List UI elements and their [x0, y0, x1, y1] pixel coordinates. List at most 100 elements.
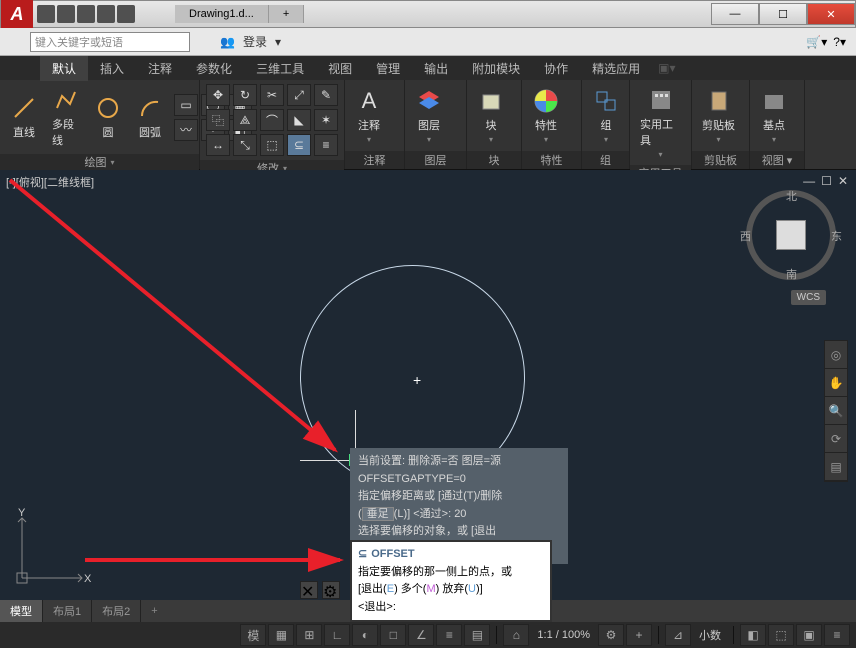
spline-button[interactable]: 〰 [174, 119, 198, 141]
rect-button[interactable]: ▭ [174, 94, 198, 116]
tab-annotate[interactable]: 注释 [136, 56, 184, 81]
tab-addins[interactable]: 附加模块 [460, 56, 532, 81]
baseview-button[interactable]: 基点▾ [756, 85, 792, 146]
clipboard-button[interactable]: 剪贴板▾ [698, 85, 739, 146]
line-button[interactable]: 直线 [6, 92, 42, 142]
viewport-minimize[interactable]: — [803, 174, 815, 188]
plus-icon[interactable]: + [626, 624, 652, 646]
viewcube[interactable]: 北 南 东 西 [746, 190, 836, 280]
people-icon[interactable]: 👥 [220, 33, 235, 50]
circle-button[interactable]: 圆 [90, 92, 126, 142]
group-button[interactable]: 组▾ [588, 85, 624, 146]
chamfer-button[interactable]: ◣ [287, 109, 311, 131]
isolate-icon[interactable]: ◧ [740, 624, 766, 646]
offset-button[interactable]: ⊆ [287, 134, 311, 156]
tab-manage[interactable]: 管理 [364, 56, 412, 81]
tab-featured[interactable]: 精选应用 [580, 56, 652, 81]
cmdline-close-icon[interactable]: ✕ [300, 581, 318, 599]
precision-display[interactable]: 小数 [693, 627, 727, 643]
gear-icon[interactable]: ⚙ [598, 624, 624, 646]
qat-redo[interactable] [117, 5, 135, 23]
layout-tab-2[interactable]: 布局2 [92, 600, 141, 622]
wcs-badge[interactable]: WCS [791, 290, 826, 305]
layout-tab-model[interactable]: 模型 [0, 600, 43, 622]
pan-icon[interactable]: ✋ [825, 369, 847, 397]
trim-button[interactable]: ✂ [260, 84, 284, 106]
erase-button[interactable]: ✎ [314, 84, 338, 106]
panel-title-draw[interactable]: 绘图▾ [0, 154, 199, 170]
tab-parametric[interactable]: 参数化 [184, 56, 244, 81]
utilities-button[interactable]: 实用工具▾ [636, 84, 685, 161]
fillet-button[interactable]: ⌒ [260, 109, 284, 131]
panel-title-annotate: 注释 [345, 151, 404, 169]
window-minimize[interactable]: — [711, 3, 759, 25]
otrack-toggle[interactable]: ∠ [408, 624, 434, 646]
tab-output[interactable]: 输出 [412, 56, 460, 81]
explode-button[interactable]: ✶ [314, 109, 338, 131]
qat-open[interactable] [57, 5, 75, 23]
search-input[interactable]: 键入关键字或短语 [30, 32, 190, 52]
qat-undo[interactable] [97, 5, 115, 23]
window-close[interactable]: ✕ [807, 3, 855, 25]
view-label[interactable]: [-][俯视][二维线框] [6, 174, 94, 190]
extend-button[interactable]: ⤢ [287, 84, 311, 106]
snap-toggle[interactable]: ⊞ [296, 624, 322, 646]
scale-button[interactable]: ⤡ [233, 134, 257, 156]
align-button[interactable]: ≡ [314, 134, 338, 156]
stretch-button[interactable]: ↔ [206, 134, 230, 156]
new-tab-plus[interactable]: + [269, 5, 304, 23]
customize-icon[interactable]: ≡ [824, 624, 850, 646]
orbit-icon[interactable]: ⟳ [825, 425, 847, 453]
copy-button[interactable]: ⿻ [206, 109, 230, 131]
clean-screen-icon[interactable]: ▣ [796, 624, 822, 646]
viewport-maximize[interactable]: ☐ [821, 174, 832, 188]
zoom-icon[interactable]: 🔍 [825, 397, 847, 425]
model-toggle[interactable]: 模 [240, 624, 266, 646]
tab-collab[interactable]: 协作 [532, 56, 580, 81]
lineweight-toggle[interactable]: ≡ [436, 624, 462, 646]
layout-tab-add[interactable]: + [141, 602, 167, 620]
login-dropdown[interactable]: ▾ [275, 33, 281, 50]
move-button[interactable]: ✥ [206, 84, 230, 106]
qat-new[interactable] [37, 5, 55, 23]
polar-toggle[interactable]: ◐ [352, 624, 378, 646]
showmotion-icon[interactable]: ▤ [825, 453, 847, 481]
annotate-button[interactable]: A注释▾ [351, 85, 387, 146]
exchange-icon[interactable]: 🛒▾ [806, 35, 827, 49]
hardware-accel-icon[interactable]: ⬚ [768, 624, 794, 646]
transparency-toggle[interactable]: ▤ [464, 624, 490, 646]
tab-view[interactable]: 视图 [316, 56, 364, 81]
block-button[interactable]: 块▾ [473, 85, 509, 146]
layers-button[interactable]: 图层▾ [411, 85, 447, 146]
qat-save[interactable] [77, 5, 95, 23]
mirror-button[interactable]: ⟁ [233, 109, 257, 131]
rotate-button[interactable]: ↻ [233, 84, 257, 106]
tab-insert[interactable]: 插入 [88, 56, 136, 81]
tab-default[interactable]: 默认 [40, 56, 88, 81]
grid-toggle[interactable]: ▦ [268, 624, 294, 646]
command-line-handle[interactable]: ✕ ⚙ [300, 580, 340, 600]
osnap-toggle[interactable]: □ [380, 624, 406, 646]
array-button[interactable]: ⬚ [260, 134, 284, 156]
annotation-scale[interactable]: 1:1 / 100% [531, 629, 596, 641]
cmdline-settings-icon[interactable]: ⚙ [322, 581, 340, 599]
app-logo[interactable]: A [1, 0, 33, 28]
ribbon-play-icon[interactable]: ▣▾ [652, 61, 681, 75]
window-maximize[interactable]: ☐ [759, 3, 807, 25]
fullnav-wheel-icon[interactable]: ◎ [825, 341, 847, 369]
help-icon[interactable]: ?▾ [833, 35, 846, 49]
viewport-close[interactable]: ✕ [838, 174, 848, 188]
arc-button[interactable]: 圆弧 [132, 92, 168, 142]
drawing-canvas[interactable]: [-][俯视][二维线框] — ☐ ✕ + 北 南 东 西 WCS ◎ ✋ 🔍 … [0, 170, 856, 600]
units-icon[interactable]: ⊿ [665, 624, 691, 646]
polyline-button[interactable]: 多段线 [48, 84, 84, 150]
tab-3dtools[interactable]: 三维工具 [244, 56, 316, 81]
layout-tab-1[interactable]: 布局1 [43, 600, 92, 622]
document-tab[interactable]: Drawing1.d... [175, 5, 269, 23]
properties-button[interactable]: 特性▾ [528, 85, 564, 146]
panel-title-view[interactable]: 视图 ▾ [750, 151, 804, 169]
workspace-icon[interactable]: ⌂ [503, 624, 529, 646]
ortho-toggle[interactable]: ∟ [324, 624, 350, 646]
ucs-icon[interactable]: X Y [12, 508, 92, 588]
login-link[interactable]: 登录 [243, 33, 267, 50]
